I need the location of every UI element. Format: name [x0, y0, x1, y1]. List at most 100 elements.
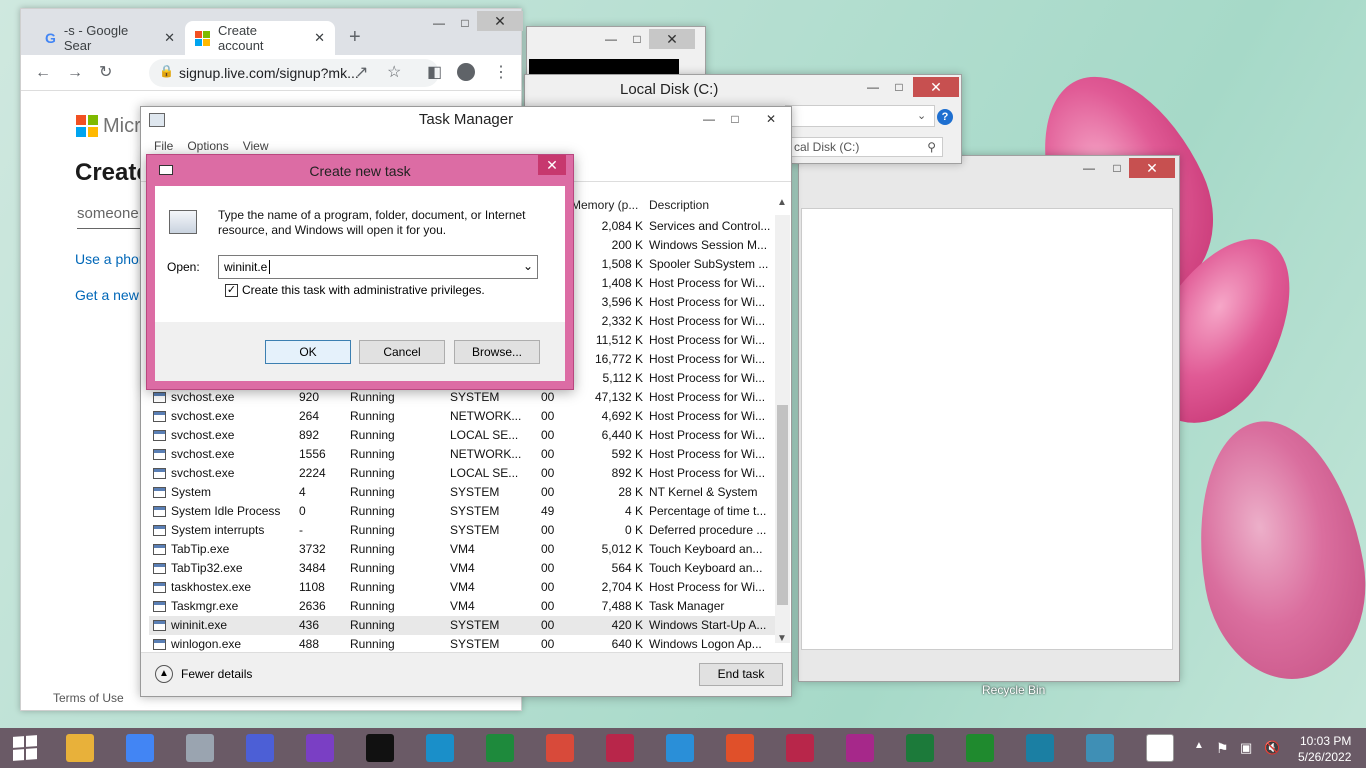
action-center-flag-icon[interactable]: ⚑	[1216, 740, 1229, 757]
table-row[interactable]: TabTip32.exe 3484 Running VM4 00 564 K Touch K…	[149, 559, 775, 578]
taskbar-app-button[interactable]	[654, 731, 706, 765]
volume-muted-icon[interactable]: 🔇	[1264, 740, 1280, 756]
pid-cell: 3484	[299, 561, 326, 575]
scrollbar[interactable]	[775, 215, 790, 643]
taskbar-app-button[interactable]	[234, 731, 286, 765]
table-row[interactable]: svchost.exe 892 Running LOCAL SE... 00 6,440 …	[149, 426, 775, 445]
reload-icon[interactable]: ↻	[99, 65, 112, 81]
fewer-details-button[interactable]: ▲ Fewer details	[155, 665, 252, 683]
user-cell: SYSTEM	[450, 485, 500, 499]
minimize-button[interactable]: —	[597, 29, 625, 49]
close-button[interactable]: ✕	[913, 77, 959, 97]
help-icon[interactable]: ?	[937, 109, 953, 125]
taskbar-app-button[interactable]	[894, 731, 946, 765]
use-phone-link[interactable]: Use a phor	[75, 251, 143, 267]
clock-date[interactable]: 5/26/2022	[1298, 750, 1351, 764]
search-input[interactable]: cal Disk (C:) ⚲	[787, 137, 943, 157]
taskbar-app-button[interactable]	[1014, 731, 1066, 765]
taskbar-app-button[interactable]	[1074, 731, 1126, 765]
minimize-button[interactable]: —	[1075, 158, 1103, 178]
chevron-down-icon[interactable]: ⌄	[917, 109, 926, 122]
maximize-button[interactable]: □	[885, 77, 913, 97]
maximize-button[interactable]: □	[451, 13, 479, 33]
clock-time[interactable]: 10:03 PM	[1300, 734, 1351, 748]
taskbar-app-button[interactable]	[1134, 731, 1186, 765]
table-row[interactable]: wininit.exe 436 Running SYSTEM 00 420 K Window…	[149, 616, 775, 635]
browse-button[interactable]: Browse...	[454, 340, 540, 364]
weather-icon	[666, 734, 694, 762]
table-row[interactable]: System 4 Running SYSTEM 00 28 K NT Kernel & Sy…	[149, 483, 775, 502]
memory-cell: 47,132 K	[594, 390, 643, 404]
close-icon[interactable]: ✕	[164, 30, 175, 46]
taskbar-app-button[interactable]	[354, 731, 406, 765]
taskbar-app-button[interactable]	[714, 731, 766, 765]
taskbar-app-button[interactable]	[114, 731, 166, 765]
table-row[interactable]: System Idle Process 0 Running SYSTEM 49 4 K Pe…	[149, 502, 775, 521]
taskbar-app-button[interactable]	[834, 731, 886, 765]
close-icon[interactable]: ✕	[314, 30, 325, 46]
name-cell: svchost.exe	[171, 390, 235, 404]
create-new-task-dialog[interactable]: Create new task ✕ Type the name of a pro…	[146, 154, 574, 390]
table-row[interactable]: System interrupts - Running SYSTEM 00 0 K Defe…	[149, 521, 775, 540]
taskbar-app-button[interactable]	[774, 731, 826, 765]
taskbar-app-button[interactable]	[594, 731, 646, 765]
scroll-down-icon[interactable]: ▼	[777, 633, 787, 644]
minimize-button[interactable]: —	[859, 77, 887, 97]
open-input-value[interactable]: wininit.e	[224, 260, 267, 274]
end-task-button[interactable]: End task	[699, 663, 783, 686]
menu-dots-icon[interactable]: ⋮	[493, 65, 509, 81]
close-button[interactable]: ✕	[538, 155, 566, 175]
chevron-down-icon[interactable]: ⌄	[523, 259, 533, 273]
taskbar-app-button[interactable]	[54, 731, 106, 765]
taskbar-app-button[interactable]	[174, 731, 226, 765]
table-row[interactable]: winlogon.exe 488 Running SYSTEM 00 640 K Windo…	[149, 635, 775, 653]
tab-create-account[interactable]: Create account ✕	[185, 21, 335, 55]
close-button[interactable]: ✕	[649, 29, 695, 49]
admin-checkbox-label[interactable]: Create this task with administrative pri…	[242, 283, 485, 297]
share-icon[interactable]: ↗	[355, 65, 368, 81]
memory-cell: 7,488 K	[601, 599, 643, 613]
maximize-button[interactable]: □	[1103, 158, 1131, 178]
ok-button[interactable]: OK	[265, 340, 351, 364]
address-bar[interactable]	[785, 105, 935, 127]
maximize-button[interactable]: □	[623, 29, 651, 49]
brand-name: Micr	[103, 115, 141, 137]
side-panel-icon[interactable]: ◧	[427, 65, 442, 81]
cancel-button[interactable]: Cancel	[359, 340, 445, 364]
task-manager-footer: ▲ Fewer details End task	[141, 652, 791, 696]
forward-icon[interactable]: →	[67, 65, 83, 81]
new-tab-icon[interactable]: +	[349, 27, 361, 47]
table-row[interactable]: svchost.exe 920 Running SYSTEM 00 47,132 K Hos…	[149, 388, 775, 407]
cpu-cell: 00	[541, 637, 555, 651]
profile-icon[interactable]	[457, 63, 475, 81]
start-button[interactable]	[0, 731, 50, 765]
table-row[interactable]: TabTip.exe 3732 Running VM4 00 5,012 K Touch K…	[149, 540, 775, 559]
taskbar-app-button[interactable]	[414, 731, 466, 765]
explorer-window-back[interactable]: — □ ✕	[798, 155, 1180, 682]
back-icon[interactable]: ←	[35, 65, 51, 81]
network-icon[interactable]: ▣	[1240, 740, 1252, 756]
taskbar-app-button[interactable]	[954, 731, 1006, 765]
terms-link[interactable]: Terms of Use	[53, 691, 124, 705]
taskbar-app-button[interactable]	[474, 731, 526, 765]
show-hidden-icons[interactable]: ▲	[1194, 740, 1204, 751]
scrollbar-thumb[interactable]	[777, 405, 788, 605]
get-new-email-link[interactable]: Get a new	[75, 287, 139, 303]
close-button[interactable]: ✕	[477, 11, 523, 31]
close-button[interactable]: ✕	[1129, 158, 1175, 178]
table-row[interactable]: svchost.exe 2224 Running LOCAL SE... 00 892 K…	[149, 464, 775, 483]
recycle-bin-label[interactable]: Recycle Bin	[982, 683, 1045, 697]
dialog-title: Create new task	[309, 163, 411, 179]
table-row[interactable]: taskhostex.exe 1108 Running VM4 00 2,704 K Hos…	[149, 578, 775, 597]
table-row[interactable]: svchost.exe 264 Running NETWORK... 00 4,692 K…	[149, 407, 775, 426]
bookmark-star-icon[interactable]: ☆	[387, 65, 401, 81]
admin-checkbox[interactable]: ✓	[225, 284, 238, 297]
taskbar-app-button[interactable]	[534, 731, 586, 765]
run-icon	[169, 210, 197, 234]
taskbar-app-button[interactable]	[294, 731, 346, 765]
table-row[interactable]: svchost.exe 1556 Running NETWORK... 00 592 K H…	[149, 445, 775, 464]
table-row[interactable]: Taskmgr.exe 2636 Running VM4 00 7,488 K Task M…	[149, 597, 775, 616]
open-combobox[interactable]: wininit.e ⌄	[218, 255, 538, 279]
minimize-button[interactable]: —	[425, 13, 453, 33]
tab-google-search[interactable]: G -s - Google Sear ✕	[35, 21, 185, 55]
